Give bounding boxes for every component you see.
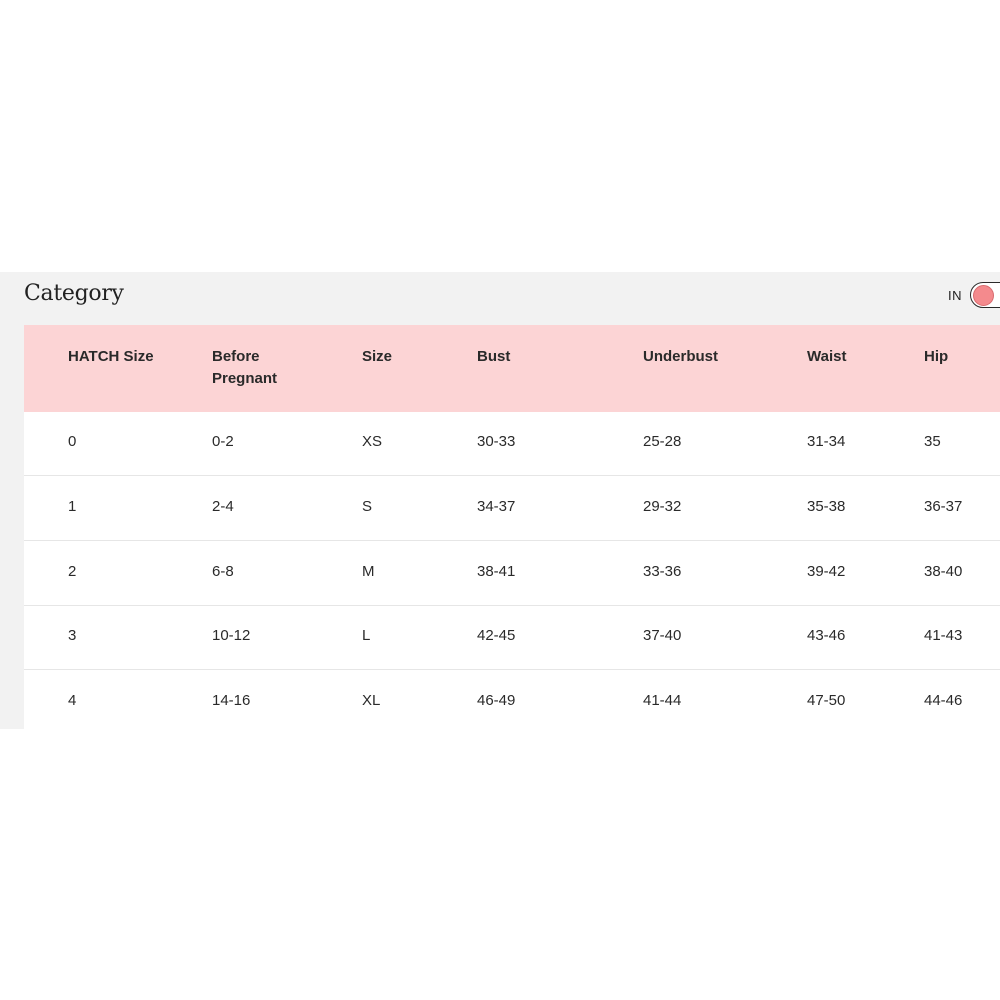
cell-size: XL: [362, 692, 381, 709]
column-header-hatch-size: HATCH Size: [68, 348, 154, 365]
column-header-underbust: Underbust: [643, 348, 718, 365]
size-table: HATCH Size Before Pregnant Size Bust Und…: [24, 325, 1000, 729]
table-row: 4 14-16 XL 46-49 41-44 47-50 44-46: [24, 671, 1000, 729]
cell-hip: 38-40: [924, 563, 963, 580]
cell-hip: 36-37: [924, 498, 963, 515]
cell-bust: 38-41: [477, 563, 516, 580]
cell-waist: 35-38: [807, 498, 846, 515]
cell-bust: 42-45: [477, 627, 516, 644]
table-row: 1 2-4 S 34-37 29-32 35-38 36-37: [24, 477, 1000, 541]
cell-waist: 43-46: [807, 627, 846, 644]
cell-size: S: [362, 498, 373, 515]
cell-size: M: [362, 563, 375, 580]
cell-hatch-size: 3: [68, 627, 77, 644]
cell-waist: 47-50: [807, 692, 846, 709]
cell-bust: 30-33: [477, 433, 516, 450]
column-header-before-pregnant: Before Pregnant: [212, 348, 278, 387]
cell-underbust: 41-44: [643, 692, 682, 709]
cell-before-pregnant: 14-16: [212, 692, 251, 709]
cell-hatch-size: 4: [68, 692, 77, 709]
column-header-bust: Bust: [477, 348, 511, 365]
cell-size: L: [362, 627, 371, 644]
panel-title: Category: [24, 281, 124, 306]
toggle-knob[interactable]: [973, 284, 994, 306]
cell-before-pregnant: 6-8: [212, 563, 234, 580]
cell-underbust: 33-36: [643, 563, 682, 580]
unit-toggle[interactable]: [970, 282, 1000, 308]
unit-label: IN: [948, 288, 962, 303]
column-header-hip: Hip: [924, 348, 949, 365]
cell-hip: 41-43: [924, 627, 963, 644]
cell-hatch-size: 2: [68, 563, 77, 580]
cell-hip: 35: [924, 433, 941, 450]
cell-hatch-size: 0: [68, 433, 77, 450]
table-header: HATCH Size Before Pregnant Size Bust Und…: [24, 325, 1000, 412]
size-chart-panel: Category IN HATCH Size Before Pregnant S…: [0, 272, 1000, 729]
cell-hip: 44-46: [924, 692, 963, 709]
cell-size: XS: [362, 433, 383, 450]
column-header-waist: Waist: [807, 348, 847, 365]
cell-bust: 46-49: [477, 692, 516, 709]
cell-waist: 39-42: [807, 563, 846, 580]
cell-bust: 34-37: [477, 498, 516, 515]
cell-underbust: 37-40: [643, 627, 682, 644]
table-row: 0 0-2 XS 30-33 25-28 31-34 35: [24, 412, 1000, 476]
table-row: 3 10-12 L 42-45 37-40 43-46 41-43: [24, 606, 1000, 670]
cell-before-pregnant: 0-2: [212, 433, 234, 450]
cell-underbust: 29-32: [643, 498, 682, 515]
table-row: 2 6-8 M 38-41 33-36 39-42 38-40: [24, 542, 1000, 606]
cell-before-pregnant: 10-12: [212, 627, 251, 644]
cell-hatch-size: 1: [68, 498, 77, 515]
cell-underbust: 25-28: [643, 433, 682, 450]
cell-before-pregnant: 2-4: [212, 498, 234, 515]
cell-waist: 31-34: [807, 433, 846, 450]
column-header-size: Size: [362, 348, 393, 365]
